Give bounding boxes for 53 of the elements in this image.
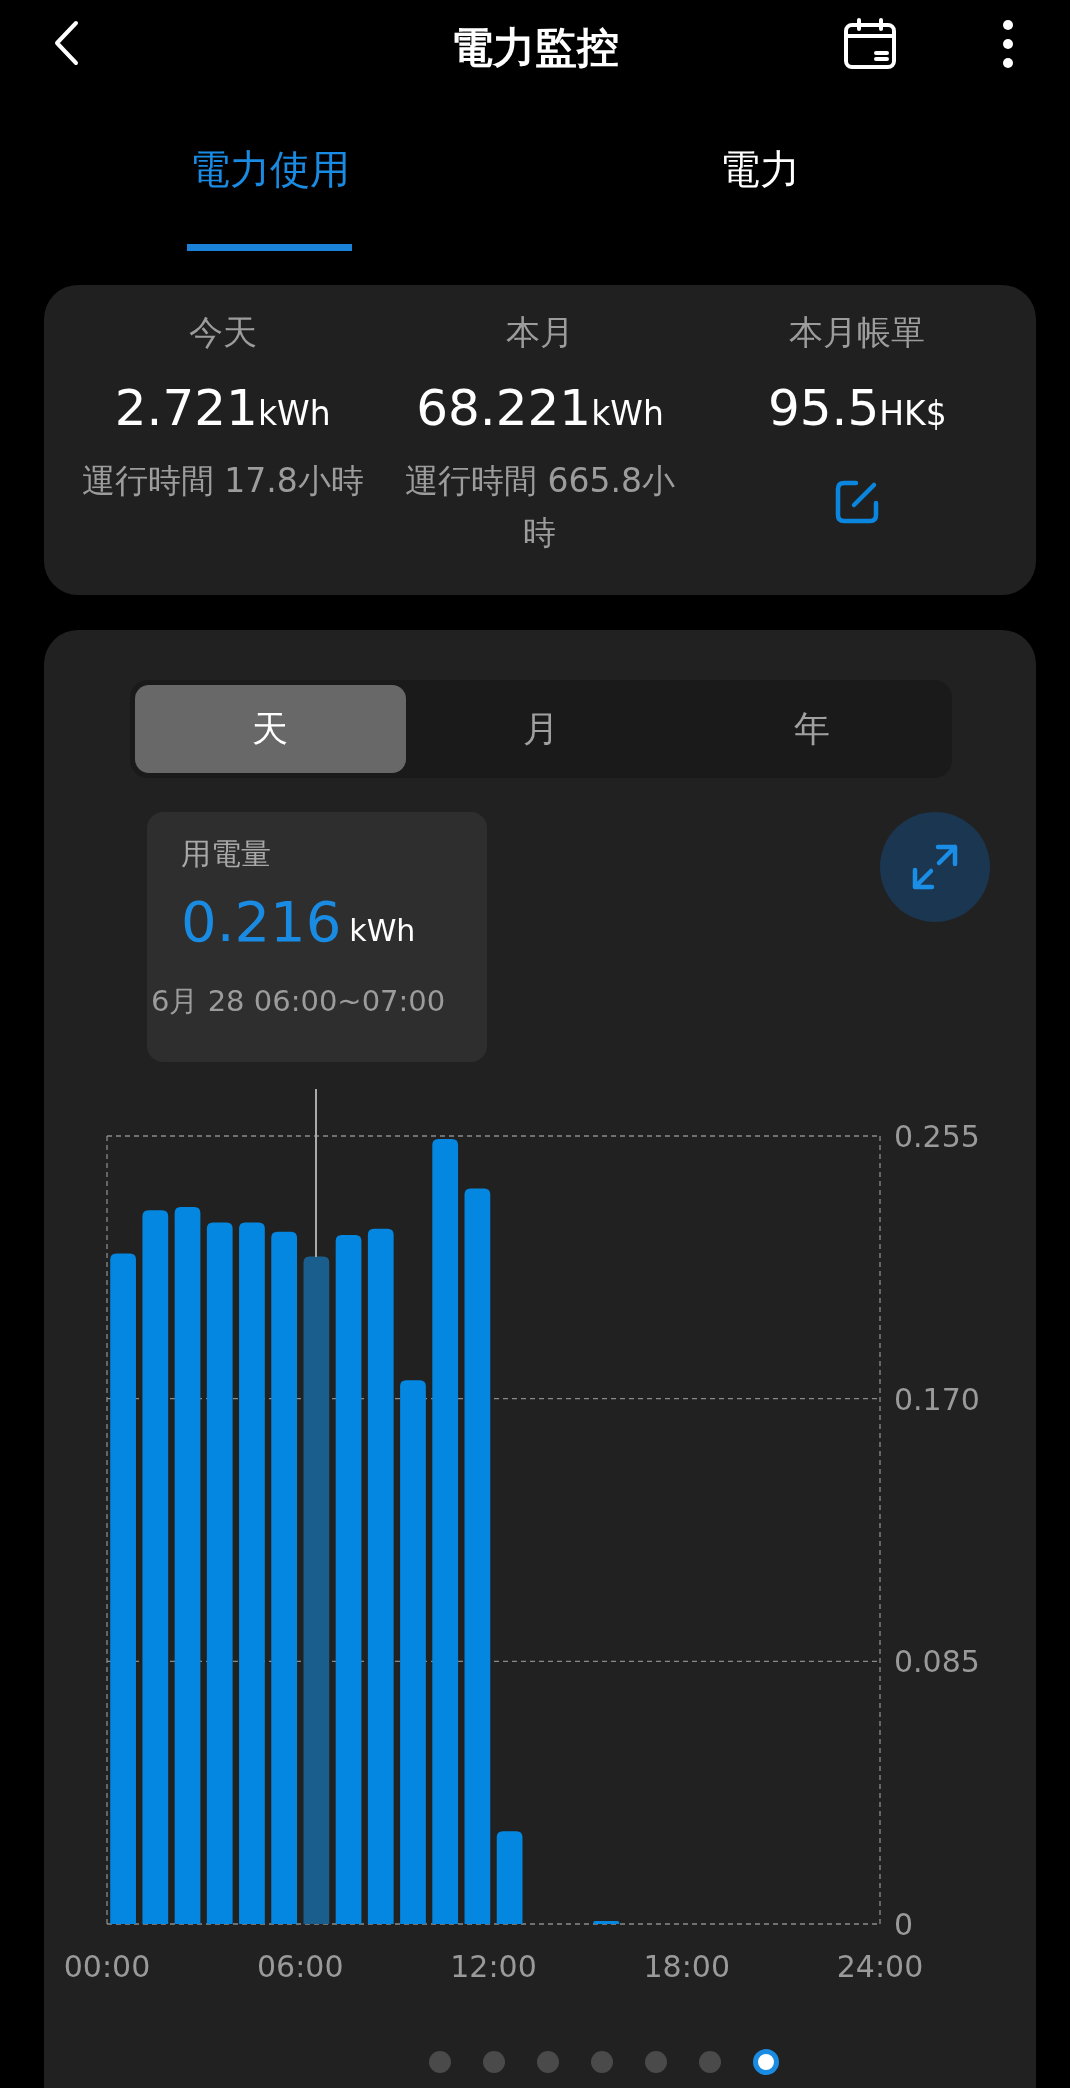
- summary-label: 本月帳單: [789, 311, 926, 354]
- page-dot[interactable]: [699, 2051, 721, 2073]
- axis-label: 12:00: [450, 1949, 537, 1984]
- axis-label: 0.085: [894, 1644, 980, 1680]
- page-dot[interactable]: [537, 2051, 559, 2073]
- axis-label: 0: [894, 1907, 914, 1942]
- runtime-text: 運行時間 17.8小時: [80, 460, 365, 502]
- edit-icon[interactable]: [834, 479, 881, 525]
- summary-value: 2.721: [114, 379, 258, 437]
- page-dot[interactable]: [753, 2049, 779, 2075]
- summary-unit: kWh: [591, 394, 664, 433]
- period-tab[interactable]: 月: [405, 685, 677, 773]
- back-icon[interactable]: [53, 20, 79, 66]
- runtime-text: 運行時間 665.8小時: [404, 460, 676, 554]
- tooltip-unit: kWh: [349, 913, 416, 948]
- period-tab[interactable]: 天: [135, 685, 406, 773]
- tooltip-title: 用電量: [181, 835, 271, 873]
- summary-label: 今天: [188, 311, 257, 354]
- summary-label: 本月: [506, 311, 574, 354]
- axis-label: 24:00: [836, 1949, 924, 1984]
- tooltip-time: 6月 28 06:00~07:00: [151, 983, 446, 1020]
- bar[interactable]: [271, 1231, 298, 1924]
- summary-value: 68.221: [416, 379, 592, 437]
- tooltip-value: 0.216: [181, 889, 342, 954]
- axis-label: 0.170: [894, 1381, 980, 1417]
- bar[interactable]: [367, 1228, 394, 1924]
- axis-label: 18:00: [643, 1949, 730, 1984]
- bar[interactable]: [432, 1139, 459, 1924]
- tab[interactable]: 電力使用: [187, 95, 352, 251]
- bar[interactable]: [303, 1256, 330, 1924]
- screen-title: 電力監控: [451, 21, 619, 74]
- summary-unit: HK$: [879, 394, 947, 433]
- axis-label: 00:00: [63, 1949, 151, 1984]
- calendar-icon[interactable]: [843, 17, 897, 71]
- bar[interactable]: [174, 1207, 201, 1924]
- period-tab[interactable]: 年: [676, 685, 947, 773]
- summary-value: 95.5: [767, 379, 880, 437]
- page-dot[interactable]: [429, 2051, 451, 2073]
- bar[interactable]: [206, 1222, 233, 1924]
- tab[interactable]: 電力: [680, 95, 840, 251]
- page-dot[interactable]: [483, 2051, 505, 2073]
- bar[interactable]: [335, 1234, 362, 1924]
- bar[interactable]: [496, 1831, 523, 1924]
- axis-label: 06:00: [257, 1949, 344, 1984]
- bar[interactable]: [464, 1188, 491, 1924]
- axis-label: 0.255: [894, 1119, 980, 1154]
- bar[interactable]: [142, 1210, 169, 1924]
- more-icon[interactable]: [1002, 19, 1014, 69]
- bar[interactable]: [593, 1920, 620, 1924]
- page-dot[interactable]: [591, 2051, 613, 2073]
- page-dot[interactable]: [645, 2051, 667, 2073]
- expand-icon: [910, 842, 960, 892]
- summary-unit: kWh: [257, 394, 331, 433]
